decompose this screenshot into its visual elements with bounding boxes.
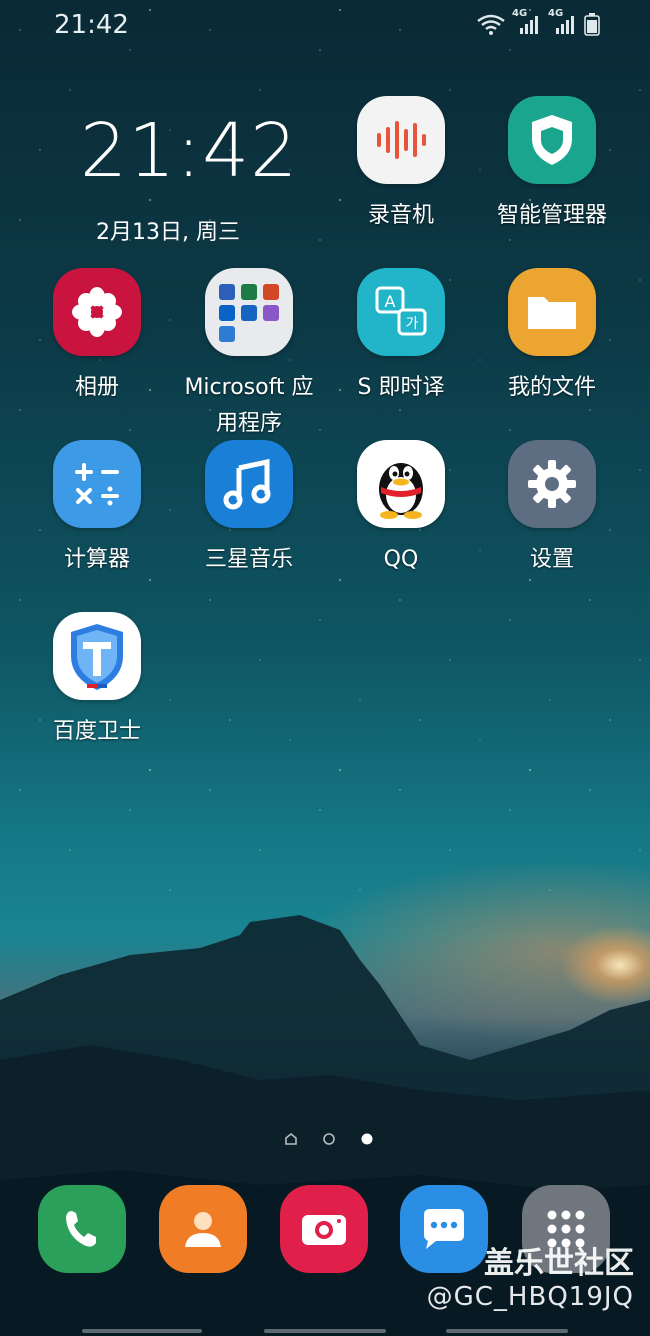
status-icons: 4G 4G: [476, 8, 600, 36]
dock-phone[interactable]: [38, 1185, 126, 1273]
gear-icon: [508, 440, 596, 528]
home-page-indicator-icon: [285, 1132, 297, 1145]
app-calculator[interactable]: 计算器: [22, 440, 172, 578]
app-qq[interactable]: QQ: [326, 440, 476, 578]
clock-widget-date[interactable]: 2月13日, 周三: [96, 214, 240, 246]
app-settings[interactable]: 设置: [477, 440, 627, 578]
battery-icon: [584, 13, 600, 36]
app-microsoft-folder[interactable]: Microsoft 应用程序: [174, 268, 324, 442]
navigation-bar[interactable]: [0, 1320, 650, 1336]
flower-icon: [53, 268, 141, 356]
app-label: 百度卫士: [52, 719, 141, 744]
app-label: 我的文件: [507, 375, 596, 400]
app-label: S 即时译: [357, 375, 445, 400]
svg-text:가: 가: [406, 316, 419, 332]
signal-1: 4G: [512, 8, 542, 36]
messages-icon: [424, 1209, 464, 1249]
status-time: 21:42: [54, 10, 129, 40]
app-voice-recorder[interactable]: 录音机: [326, 96, 476, 234]
contacts-icon: [185, 1212, 221, 1247]
app-smart-manager[interactable]: 智能管理器: [477, 96, 627, 234]
watermark-title: 盖乐世社区: [484, 1246, 634, 1281]
penguin-icon: [357, 440, 445, 528]
app-label: 录音机: [367, 203, 434, 228]
network-type-label: 4G: [548, 8, 564, 19]
camera-icon: [302, 1215, 346, 1245]
page-dot-icon: [323, 1133, 335, 1145]
watermark-handle: @GC_HBQ19JQ: [426, 1282, 634, 1312]
folder-grid-icon: [205, 268, 293, 356]
translate-icon: A 가: [357, 268, 445, 356]
app-label: 相册: [74, 375, 119, 400]
app-my-files[interactable]: 我的文件: [477, 268, 627, 406]
app-label: Microsoft 应用程序: [184, 375, 314, 436]
app-label: QQ: [383, 547, 419, 572]
nav-recents-hint[interactable]: [446, 1329, 568, 1333]
clock-widget-time[interactable]: 21:42: [80, 108, 298, 194]
signal-2: 4G: [548, 8, 578, 36]
app-samsung-music[interactable]: 三星音乐: [174, 440, 324, 578]
status-bar: 21:42 4G 4G: [0, 0, 650, 50]
nav-home-hint[interactable]: [264, 1329, 386, 1333]
phone-icon: [66, 1211, 96, 1247]
app-baidu-guard[interactable]: 百度卫士: [22, 612, 172, 750]
page-dot-active-icon: [361, 1133, 373, 1145]
wifi-icon: [477, 14, 505, 35]
shield-icon: [508, 96, 596, 184]
svg-text:A: A: [385, 292, 396, 311]
page-indicator[interactable]: [284, 1132, 374, 1146]
dock-messages[interactable]: [400, 1185, 488, 1273]
nav-back-hint[interactable]: [82, 1329, 202, 1333]
app-label: 三星音乐: [204, 547, 293, 572]
dock-contacts[interactable]: [159, 1185, 247, 1273]
app-label: 设置: [529, 547, 574, 572]
network-type-label: 4G: [512, 8, 528, 19]
app-label: 智能管理器: [496, 203, 607, 228]
baidu-shield-icon: [53, 612, 141, 700]
app-s-translate[interactable]: A 가 S 即时译: [326, 268, 476, 406]
calculator-icon: [53, 440, 141, 528]
folder-icon: [508, 268, 596, 356]
music-note-icon: [205, 440, 293, 528]
app-gallery[interactable]: 相册: [22, 268, 172, 406]
app-label: 计算器: [63, 547, 130, 572]
voice-recorder-icon: [357, 96, 445, 184]
dock-camera[interactable]: [280, 1185, 368, 1273]
